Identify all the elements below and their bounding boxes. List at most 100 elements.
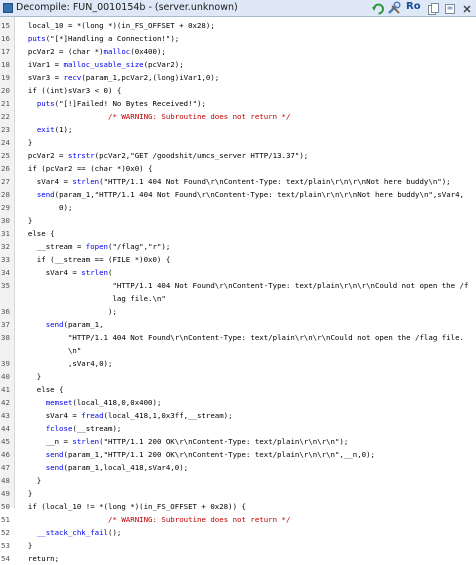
code-line[interactable]: 40 } <box>0 370 476 383</box>
code-text[interactable]: iVar1 = malloc_usable_size(pcVar2); <box>19 58 184 71</box>
code-text[interactable]: "HTTP/1.1 404 Not Found\r\nContent-Type:… <box>19 279 468 292</box>
code-text[interactable]: ,sVar4,0); <box>19 357 113 370</box>
code-line[interactable]: 18 iVar1 = malloc_usable_size(pcVar2); <box>0 58 476 71</box>
code-text[interactable]: memset(local_418,0,0x400); <box>19 396 162 409</box>
code-line[interactable]: 44 fclose(__stream); <box>0 422 476 435</box>
code-line[interactable]: 36 ); <box>0 305 476 318</box>
code-text[interactable]: if ((int)sVar3 < 0) { <box>19 84 121 97</box>
code-text[interactable]: local_10 = *(long *)(in_FS_OFFSET + 0x28… <box>19 19 215 32</box>
code-line[interactable]: 23 exit(1); <box>0 123 476 136</box>
code-text[interactable]: pcVar2 = strstr(pcVar2,"GET /goodshit/um… <box>19 149 308 162</box>
code-text[interactable]: fclose(__stream); <box>19 422 122 435</box>
code-line[interactable]: 20 if ((int)sVar3 < 0) { <box>0 84 476 97</box>
line-number: 36 <box>1 307 10 316</box>
code-line[interactable]: 27 sVar4 = strlen("HTTP/1.1 404 Not Foun… <box>0 175 476 188</box>
read-only-toggle[interactable]: Ro <box>386 1 422 15</box>
code-line[interactable]: 51 /* WARNING: Subroutine does not retur… <box>0 513 476 526</box>
code-line[interactable]: 52 __stack_chk_fail(); <box>0 526 476 539</box>
code-text[interactable]: __stream = fopen("/flag","r"); <box>19 240 171 253</box>
code-text[interactable]: if (__stream == (FILE *)0x0) { <box>19 253 171 266</box>
code-line[interactable]: 21 puts("[!]Failed! No Bytes Received!")… <box>0 97 476 110</box>
code-line[interactable]: 41 else { <box>0 383 476 396</box>
code-text[interactable]: send(param_1,"HTTP/1.1 404 Not Found\r\n… <box>19 188 464 201</box>
line-number: 47 <box>1 463 10 472</box>
code-text[interactable]: puts("[*]Handling a Connection!"); <box>19 32 179 45</box>
code-text[interactable]: } <box>19 370 41 383</box>
code-line[interactable]: 29 0); <box>0 201 476 214</box>
code-line[interactable]: 37 send(param_1, <box>0 318 476 331</box>
snapshot-button[interactable] <box>443 1 457 15</box>
code-text[interactable]: send(param_1,local_418,sVar4,0); <box>19 461 188 474</box>
code-text[interactable]: } <box>19 539 32 552</box>
code-line[interactable]: 32 __stream = fopen("/flag","r"); <box>0 240 476 253</box>
code-line[interactable]: 16 puts("[*]Handling a Connection!"); <box>0 32 476 45</box>
code-line[interactable]: \n" <box>0 344 476 357</box>
code-line[interactable]: 47 send(param_1,local_418,sVar4,0); <box>0 461 476 474</box>
code-text[interactable]: /* WARNING: Subroutine does not return *… <box>19 110 290 123</box>
code-line[interactable]: 33 if (__stream == (FILE *)0x0) { <box>0 253 476 266</box>
code-text[interactable]: sVar4 = strlen( <box>19 266 113 279</box>
line-number: 40 <box>1 372 10 381</box>
code-line[interactable]: 19 sVar3 = recv(param_1,pcVar2,(long)iVa… <box>0 71 476 84</box>
code-text[interactable]: pcVar2 = (char *)malloc(0x400); <box>19 45 166 58</box>
code-line[interactable]: 48 } <box>0 474 476 487</box>
code-text[interactable]: if (pcVar2 == (char *)0x0) { <box>19 162 153 175</box>
code-line[interactable]: 26 if (pcVar2 == (char *)0x0) { <box>0 162 476 175</box>
code-text[interactable]: send(param_1,"HTTP/1.1 200 OK\r\nContent… <box>19 448 375 461</box>
code-text[interactable]: __stack_chk_fail(); <box>19 526 122 539</box>
code-line[interactable]: 42 memset(local_418,0,0x400); <box>0 396 476 409</box>
line-number: 34 <box>1 268 10 277</box>
code-text[interactable]: } <box>19 136 32 149</box>
code-text[interactable]: if (local_10 != *(long *)(in_FS_OFFSET +… <box>19 500 246 513</box>
code-text[interactable]: } <box>19 214 32 227</box>
code-text[interactable]: return; <box>19 552 59 565</box>
code-line[interactable]: 38 "HTTP/1.1 404 Not Found\r\nContent-Ty… <box>0 331 476 344</box>
code-line[interactable]: 45 __n = strlen("HTTP/1.1 200 OK\r\nCont… <box>0 435 476 448</box>
code-text[interactable]: 0); <box>19 201 72 214</box>
code-text[interactable]: } <box>19 487 32 500</box>
close-button[interactable] <box>460 1 474 15</box>
code-line[interactable]: 39 ,sVar4,0); <box>0 357 476 370</box>
code-text[interactable]: /* WARNING: Subroutine does not return *… <box>19 513 290 526</box>
line-number: 53 <box>1 541 10 550</box>
close-icon <box>463 5 471 13</box>
code-line[interactable]: 43 sVar4 = fread(local_418,1,0x3ff,__str… <box>0 409 476 422</box>
refresh-icon <box>372 3 384 15</box>
code-text[interactable]: send(param_1, <box>19 318 104 331</box>
code-text[interactable]: sVar4 = strlen("HTTP/1.1 404 Not Found\r… <box>19 175 451 188</box>
code-line[interactable]: 34 sVar4 = strlen( <box>0 266 476 279</box>
code-text[interactable]: lag file.\n" <box>19 292 165 305</box>
code-text[interactable]: __n = strlen("HTTP/1.1 200 OK\r\nContent… <box>19 435 349 448</box>
line-number: 49 <box>1 489 10 498</box>
code-line[interactable]: 31 else { <box>0 227 476 240</box>
code-text[interactable]: exit(1); <box>19 123 73 136</box>
code-line[interactable]: 28 send(param_1,"HTTP/1.1 404 Not Found\… <box>0 188 476 201</box>
line-number: 43 <box>1 411 10 420</box>
code-text[interactable]: puts("[!]Failed! No Bytes Received!"); <box>19 97 206 110</box>
code-line[interactable]: lag file.\n" <box>0 292 476 305</box>
code-line[interactable]: 54 return; <box>0 552 476 565</box>
tools-icon <box>388 1 401 14</box>
code-line[interactable]: 17 pcVar2 = (char *)malloc(0x400); <box>0 45 476 58</box>
code-line[interactable]: 24 } <box>0 136 476 149</box>
code-text[interactable]: else { <box>19 383 64 396</box>
refresh-button[interactable] <box>371 1 386 15</box>
code-line[interactable]: 35 "HTTP/1.1 404 Not Found\r\nContent-Ty… <box>0 279 476 292</box>
code-line[interactable]: 53 } <box>0 539 476 552</box>
code-text[interactable]: \n" <box>19 344 81 357</box>
line-number: 51 <box>1 515 10 524</box>
code-line[interactable]: 25 pcVar2 = strstr(pcVar2,"GET /goodshit… <box>0 149 476 162</box>
code-line[interactable]: 50 if (local_10 != *(long *)(in_FS_OFFSE… <box>0 500 476 513</box>
code-text[interactable]: "HTTP/1.1 404 Not Found\r\nContent-Type:… <box>19 331 464 344</box>
code-text[interactable]: else { <box>19 227 55 240</box>
code-line[interactable]: 15 local_10 = *(long *)(in_FS_OFFSET + 0… <box>0 19 476 32</box>
code-line[interactable]: 22 /* WARNING: Subroutine does not retur… <box>0 110 476 123</box>
code-line[interactable]: 46 send(param_1,"HTTP/1.1 200 OK\r\nCont… <box>0 448 476 461</box>
code-text[interactable]: sVar4 = fread(local_418,1,0x3ff,__stream… <box>19 409 233 422</box>
code-line[interactable]: 49 } <box>0 487 476 500</box>
copy-button[interactable] <box>426 1 440 15</box>
code-line[interactable]: 30 } <box>0 214 476 227</box>
code-text[interactable]: } <box>19 474 41 487</box>
code-text[interactable]: sVar3 = recv(param_1,pcVar2,(long)iVar1,… <box>19 71 219 84</box>
code-text[interactable]: ); <box>19 305 117 318</box>
